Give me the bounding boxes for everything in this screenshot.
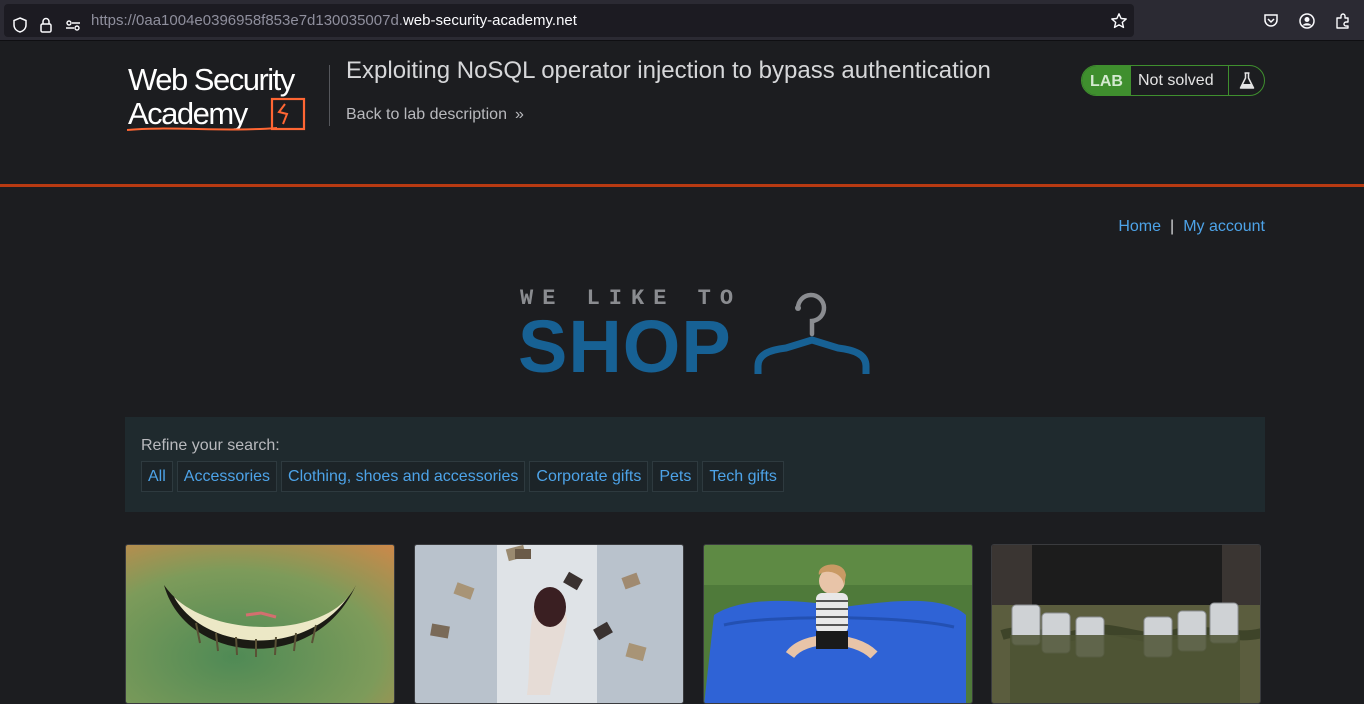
filter-list: All Accessories Clothing, shoes and acce… [141, 461, 784, 492]
filter-all[interactable]: All [141, 461, 173, 492]
hanger-icon [754, 292, 870, 374]
back-to-lab-description-link[interactable]: Back to lab description » [346, 106, 524, 124]
shop-logo: WE LIKE TO SHOP [518, 286, 874, 388]
flask-icon [1228, 66, 1264, 95]
lab-header-divider [0, 184, 1364, 187]
filter-panel: Refine your search: All Accessories Clot… [125, 417, 1265, 512]
url-text: https://0aa1004e0396958f853e7d130035007d… [91, 12, 577, 29]
product-grid [125, 544, 1265, 704]
browser-toolbar: https://0aa1004e0396958f853e7d130035007d… [0, 0, 1364, 41]
pocket-icon[interactable] [1262, 12, 1280, 30]
lab-badge: LAB [1082, 66, 1131, 95]
back-link-label: Back to lab description [346, 106, 507, 123]
shield-icon[interactable] [11, 16, 29, 34]
top-nav: Home | My account [1118, 218, 1265, 236]
product-image-grinning-cat [126, 545, 394, 703]
nav-my-account-link[interactable]: My account [1183, 218, 1265, 235]
product-card[interactable] [125, 544, 395, 704]
filter-accessories[interactable]: Accessories [176, 461, 278, 492]
product-card[interactable] [991, 544, 1261, 704]
filter-label: Refine your search: [141, 437, 280, 454]
bookmark-star-icon[interactable] [1110, 12, 1128, 30]
double-chevron-right-icon: » [514, 106, 524, 123]
shop-name: SHOP [518, 305, 732, 388]
filter-tech-gifts[interactable]: Tech gifts [702, 461, 784, 492]
product-card[interactable] [414, 544, 684, 704]
filter-pets[interactable]: Pets [652, 461, 699, 492]
filter-clothing[interactable]: Clothing, shoes and accessories [281, 461, 526, 492]
permissions-icon[interactable] [64, 16, 82, 34]
logo-line1: Web Security [128, 62, 296, 97]
web-security-academy-logo[interactable]: Web Security Academy [126, 62, 327, 134]
logo-line2: Academy [128, 96, 249, 131]
lab-title: Exploiting NoSQL operator injection to b… [346, 57, 991, 84]
account-icon[interactable] [1298, 12, 1316, 30]
product-image-flying-books [415, 545, 683, 703]
extensions-icon[interactable] [1334, 12, 1352, 30]
address-bar[interactable]: https://0aa1004e0396958f853e7d130035007d… [4, 4, 1134, 37]
nav-home-link[interactable]: Home [1118, 218, 1161, 235]
filter-corporate-gifts[interactable]: Corporate gifts [529, 461, 649, 492]
product-image-beanbag [704, 545, 972, 703]
logo-divider [329, 65, 330, 126]
product-image-beer-belt [992, 545, 1260, 703]
lab-status-text: Not solved [1138, 72, 1214, 89]
lock-icon[interactable] [37, 16, 55, 34]
product-card[interactable] [703, 544, 973, 704]
nav-separator: | [1170, 218, 1175, 235]
lab-status-widget: LAB Not solved [1081, 65, 1265, 96]
